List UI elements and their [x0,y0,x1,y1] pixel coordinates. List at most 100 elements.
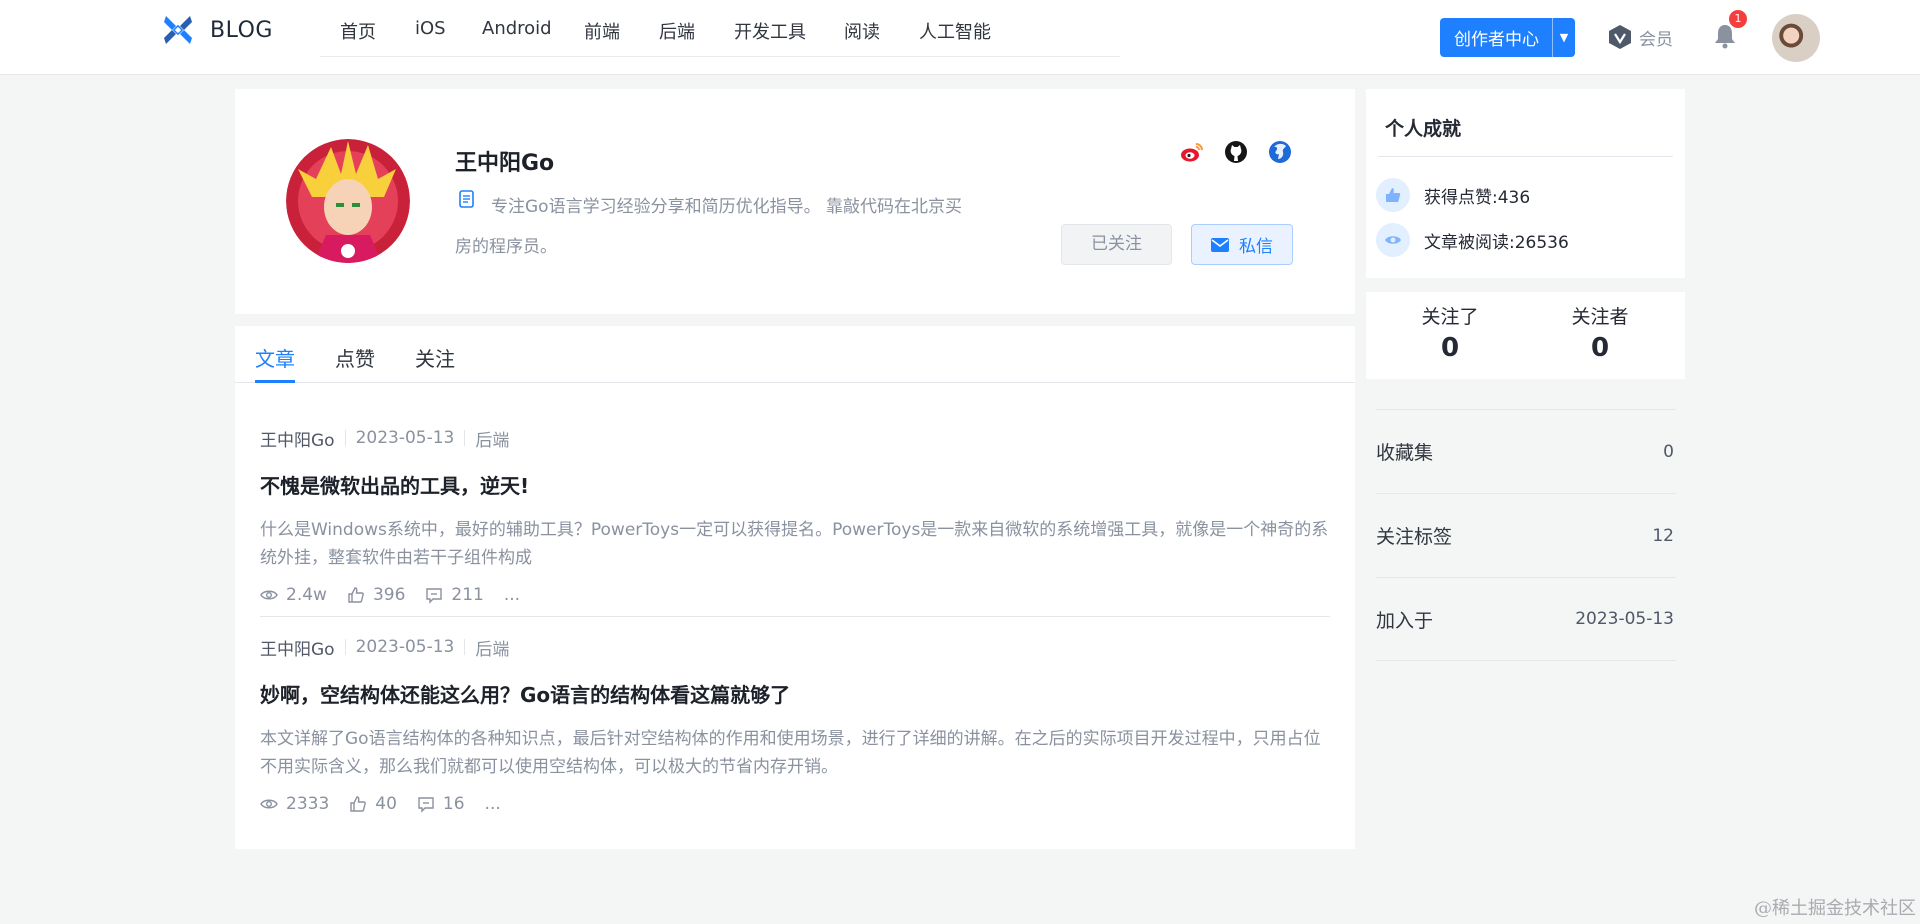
side-item-value: 12 [1652,525,1674,546]
user-avatar[interactable] [1772,14,1820,62]
thumbs-up-icon [1376,178,1410,212]
article-category[interactable]: 后端 [475,426,509,451]
more-menu-icon[interactable]: ... [504,585,520,605]
meta-divider [344,639,346,655]
views-stat: 2.4w [260,585,327,605]
article-item[interactable]: 王中阳Go 2023-05-13 后端 不愧是微软出品的工具，逆天! 什么是Wi… [260,428,1330,606]
vip-entry[interactable]: 会员 [1607,24,1673,50]
article-divider [260,616,1330,617]
meta-divider [344,430,346,446]
reads-achievement-text: 文章被阅读:26536 [1424,232,1569,253]
meta-divider [464,430,466,446]
nav-item-backend[interactable]: 后端 [659,18,695,44]
following-stat[interactable]: 关注了 0 [1390,302,1510,363]
nav-item-ai[interactable]: 人工智能 [919,18,991,44]
likes-stat[interactable]: 40 [349,794,397,814]
article-title[interactable]: 妙啊，空结构体还能这么用？Go语言的结构体看这篇就够了 [260,679,1330,708]
profile-bio: 专注Go语言学习经验分享和简历优化指导。 靠敲代码在北京买房的程序员。 [455,197,962,257]
vip-label: 会员 [1639,29,1673,50]
notification-badge: 1 [1729,10,1747,28]
article-author[interactable]: 王中阳Go [260,635,335,660]
nav-item-frontend[interactable]: 前端 [584,18,620,44]
nav-item-android[interactable]: Android [482,18,552,39]
website-icon[interactable] [1267,139,1293,165]
likes-achievement-text: 获得点赞:436 [1424,187,1531,208]
followed-button[interactable]: 已关注 [1061,224,1172,265]
creator-center-button[interactable]: 创作者中心 ▼ [1440,18,1575,57]
github-icon[interactable] [1223,139,1249,165]
article-category[interactable]: 后端 [475,635,509,660]
thumbs-up-icon [348,587,364,603]
likes-count: 40 [375,794,397,814]
achievements-card: 个人成就 获得点赞:436 文章被阅读:26536 [1366,89,1685,278]
comment-icon [426,588,443,604]
achievements-title: 个人成就 [1385,118,1462,140]
comments-stat[interactable]: 16 [417,794,465,814]
eye-icon [1376,223,1410,257]
article-stats: 2.4w 396 211 ... [260,584,1330,606]
watermark: @稀土掘金技术社区 [1754,898,1916,919]
side-item-tags[interactable]: 关注标签 12 [1376,493,1676,577]
eye-icon [260,799,278,809]
nav-item-reading[interactable]: 阅读 [844,18,880,44]
comments-stat[interactable]: 211 [425,585,484,605]
main-nav: 首页 iOS Android 前端 后端 开发工具 阅读 人工智能 [320,0,1120,57]
comments-count: 211 [451,585,484,605]
likes-count: 396 [372,585,406,605]
side-item-label: 收藏集 [1376,442,1434,464]
following-label: 关注了 [1421,306,1479,328]
nav-item-home[interactable]: 首页 [340,18,376,44]
tab-following[interactable]: 关注 [415,343,455,372]
mail-icon [1211,237,1229,252]
profile-card: 王中阳Go 专注Go语言学习经验分享和简历优化指导。 靠敲代码在北京买房的程序员… [235,89,1355,314]
side-item-label: 关注标签 [1376,526,1453,548]
tab-likes[interactable]: 点赞 [335,343,375,372]
active-tab-indicator [255,380,295,383]
article-item[interactable]: 王中阳Go 2023-05-13 后端 妙啊，空结构体还能这么用？Go语言的结构… [260,637,1330,815]
article-author[interactable]: 王中阳Go [260,426,335,451]
article-title[interactable]: 不愧是微软出品的工具，逆天! [260,470,1330,499]
profile-name: 王中阳Go [455,151,555,176]
more-menu-icon[interactable]: ... [485,794,501,814]
likes-stat[interactable]: 396 [347,585,405,605]
likes-achievement: 获得点赞:436 [1376,178,1530,212]
vip-badge-icon [1609,25,1631,49]
side-item-collections[interactable]: 收藏集 0 [1376,409,1676,493]
article-meta: 王中阳Go 2023-05-13 后端 [260,635,1330,660]
tab-articles[interactable]: 文章 [255,343,295,372]
caret-down-icon[interactable]: ▼ [1553,31,1575,44]
creator-center-label: 创作者中心 [1454,30,1539,50]
message-label: 私信 [1239,237,1273,257]
comment-icon [418,797,434,813]
site-logo[interactable]: BLOG [160,12,273,48]
side-item-value: 0 [1663,441,1674,462]
articles-card: 文章 点赞 关注 王中阳Go 2023-05-13 后端 不愧是微软出品的工具，… [235,326,1355,849]
logo-icon [164,16,192,44]
logo-text: BLOG [210,17,273,43]
profile-side-list: 收藏集 0 关注标签 12 加入于 2023-05-13 [1376,409,1676,661]
article-abstract[interactable]: 什么是Windows系统中，最好的辅助工具？PowerToys一定可以获得提名。… [260,516,1330,572]
views-count: 2.4w [286,585,327,605]
followers-count: 0 [1590,333,1610,363]
views-count: 2333 [286,794,330,814]
following-count: 0 [1440,333,1460,363]
message-button[interactable]: 私信 [1191,224,1293,265]
followers-stat[interactable]: 关注者 0 [1540,302,1660,363]
achievements-divider [1378,156,1673,157]
nav-item-ios[interactable]: iOS [415,18,446,39]
comments-count: 16 [442,794,465,814]
views-stat: 2333 [260,794,329,814]
weibo-icon[interactable] [1179,139,1205,165]
article-date: 2023-05-13 [355,428,455,448]
nav-item-devtools[interactable]: 开发工具 [734,18,806,44]
reads-achievement: 文章被阅读:26536 [1376,223,1569,257]
profile-avatar [286,139,410,263]
follow-stats-card: 关注了 0 关注者 0 [1366,292,1685,379]
side-item-value: 2023-05-13 [1575,609,1674,629]
side-item-label: 加入于 [1376,609,1434,632]
article-date: 2023-05-13 [355,637,455,657]
top-header: BLOG 首页 iOS Android 前端 后端 开发工具 阅读 人工智能 创… [0,0,1920,75]
article-stats: 2333 40 16 ... [260,793,1330,815]
followers-label: 关注者 [1571,306,1629,328]
article-abstract[interactable]: 本文详解了Go语言结构体的各种知识点，最后针对空结构体的作用和使用场景，进行了详… [260,725,1330,781]
